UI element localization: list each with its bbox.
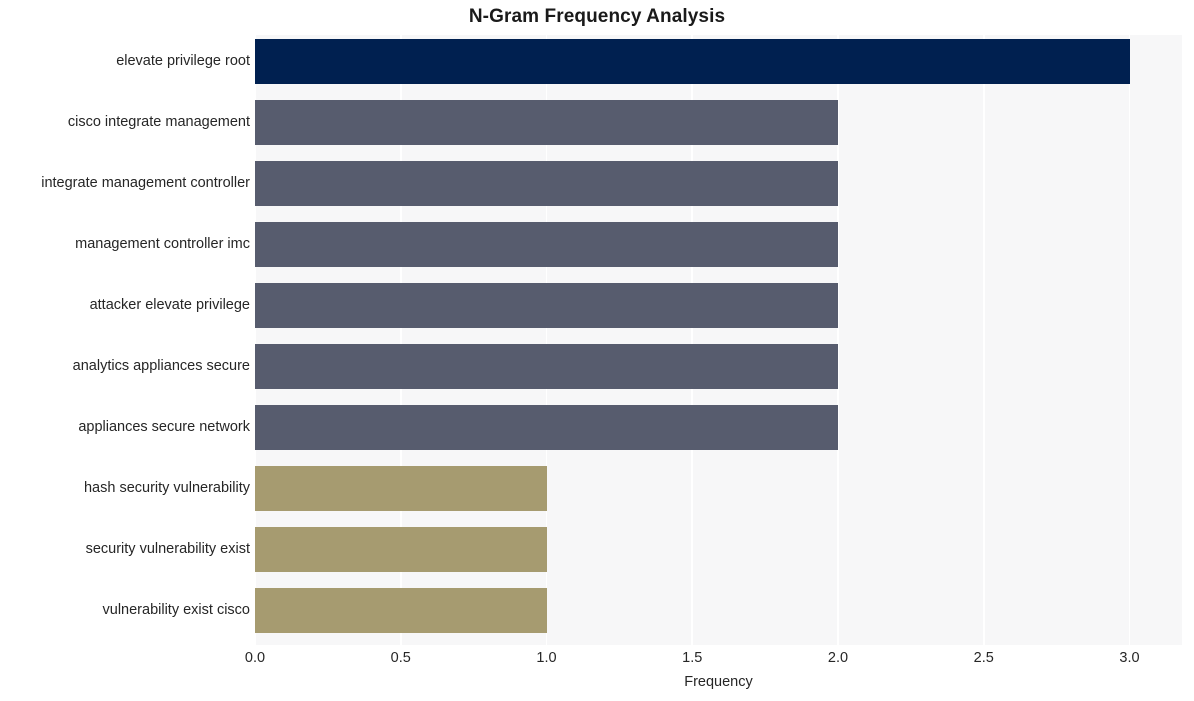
- x-tick-label: 0.0: [244, 650, 266, 666]
- bar[interactable]: [255, 465, 547, 511]
- x-tick-label: 3.0: [1119, 650, 1140, 666]
- gridline-2.5: [982, 35, 985, 645]
- bar[interactable]: [255, 526, 547, 572]
- y-tick-label: analytics appliances secure: [72, 358, 250, 374]
- y-tick-label: integrate management controller: [41, 175, 250, 191]
- y-tick-label: hash security vulnerability: [83, 480, 250, 496]
- x-axis-title: Frequency: [684, 674, 753, 690]
- chart-figure: N-Gram Frequency Analysis elevate privil…: [0, 0, 1194, 701]
- bar[interactable]: [255, 343, 839, 389]
- x-tick-label: 1.5: [682, 650, 703, 666]
- x-tick-label: 0.5: [390, 650, 411, 666]
- plot-area: [255, 35, 1182, 645]
- bar[interactable]: [255, 587, 547, 633]
- y-tick-label: appliances secure network: [78, 419, 250, 435]
- y-tick-label: management controller imc: [75, 236, 250, 252]
- y-tick-label: vulnerability exist cisco: [102, 602, 250, 618]
- bar[interactable]: [255, 160, 839, 206]
- bar[interactable]: [255, 282, 839, 328]
- y-tick-label: cisco integrate management: [67, 114, 250, 130]
- x-tick-label: 2.5: [973, 650, 994, 666]
- x-tick-label: 1.0: [536, 650, 557, 666]
- y-tick-label: elevate privilege root: [116, 53, 250, 69]
- bar[interactable]: [255, 221, 839, 267]
- y-tick-label: attacker elevate privilege: [89, 297, 250, 313]
- bar[interactable]: [255, 404, 839, 450]
- y-axis-tick-labels: elevate privilege root cisco integrate ma…: [0, 35, 250, 645]
- x-axis-tick-labels: 0.0 0.5 1.0 1.5 2.0 2.5 3.0: [245, 650, 1182, 672]
- y-tick-label: security vulnerability exist: [85, 541, 250, 557]
- bar[interactable]: [255, 38, 1130, 84]
- gridline-3.0: [1128, 35, 1131, 645]
- chart-title: N-Gram Frequency Analysis: [468, 6, 726, 27]
- x-tick-label: 2.0: [827, 650, 849, 666]
- bar[interactable]: [255, 99, 839, 145]
